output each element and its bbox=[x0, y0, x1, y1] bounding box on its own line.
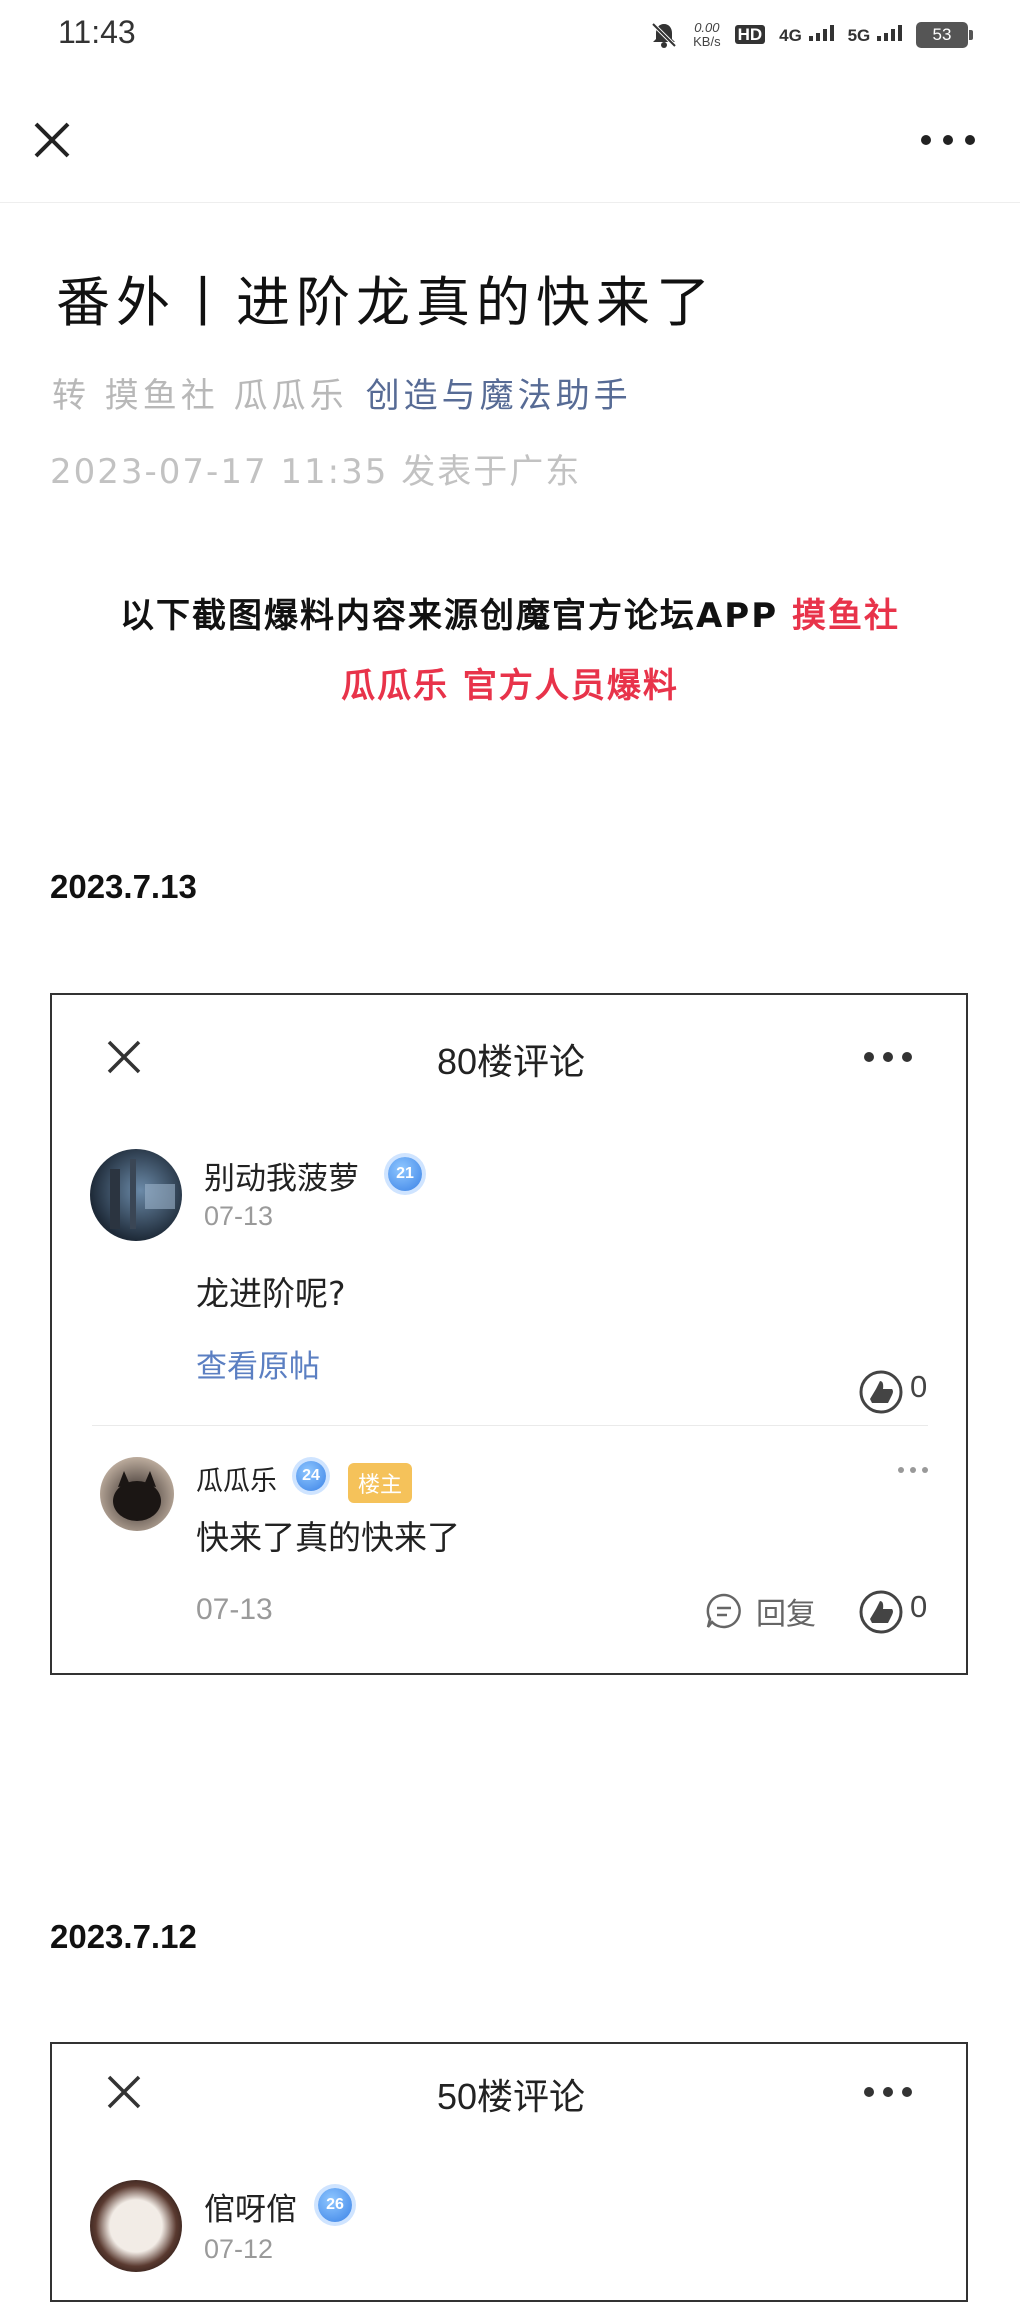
post-username: 别动我菠萝 bbox=[204, 1161, 359, 1197]
avatar-image bbox=[113, 1471, 161, 1521]
level-badge: 24 bbox=[296, 1461, 326, 1491]
net-speed-unit: KB/s bbox=[693, 34, 721, 49]
reply-label: 回复 bbox=[756, 1597, 816, 1632]
byline: 转 摸鱼社 瓜瓜乐 创造与魔法助手 bbox=[52, 368, 632, 417]
hd-label: HD bbox=[734, 25, 766, 44]
reply-date: 07-13 bbox=[196, 1593, 273, 1626]
net-speed-value: 0.00 bbox=[694, 20, 720, 35]
intro-line-1: 以下截图爆料内容来源创魔官方论坛APP 摸鱼社 bbox=[0, 588, 1020, 637]
more-icon[interactable] bbox=[916, 128, 980, 152]
publish-date: 2023-07-17 11:35 发表于广东 bbox=[50, 452, 582, 492]
reply-text: 快来了真的快来了 bbox=[196, 1518, 460, 1557]
more-icon bbox=[864, 1052, 912, 1062]
avatar bbox=[100, 1457, 174, 1531]
article-title: 番外丨进阶龙真的快来了 bbox=[56, 271, 716, 334]
status-icons: 0.00 KB/s HD 4G 5G 53 bbox=[649, 20, 973, 50]
comment-icon bbox=[706, 1593, 741, 1629]
byline-source: 转 摸鱼社 瓜瓜乐 bbox=[52, 376, 348, 416]
avatar bbox=[90, 1149, 182, 1241]
more-icon bbox=[864, 2087, 912, 2097]
signal-5g: 5G bbox=[847, 24, 902, 46]
intro-source-text: 以下截图爆料内容来源创魔官方论坛APP bbox=[120, 596, 779, 636]
post-date: 07-12 bbox=[204, 2234, 274, 2264]
nav-bar bbox=[0, 86, 1020, 203]
signal-4g: 4G bbox=[779, 24, 834, 46]
hd-indicator: HD bbox=[734, 25, 766, 45]
status-time: 11:43 bbox=[58, 14, 136, 50]
signal-bars-icon bbox=[808, 24, 834, 41]
avatar-image bbox=[110, 1159, 175, 1229]
more-icon bbox=[898, 1467, 928, 1473]
card-title: 80楼评论 bbox=[436, 1041, 586, 1082]
post-date: 07-13 bbox=[204, 1201, 274, 1231]
like-icon bbox=[859, 1370, 903, 1414]
section-date: 2023.7.13 bbox=[50, 868, 197, 905]
like-count: 0 bbox=[910, 1369, 928, 1404]
post-text: 龙进阶呢? bbox=[196, 1274, 346, 1313]
bell-muted-icon bbox=[651, 22, 677, 48]
avatar bbox=[90, 2180, 182, 2272]
level-badge: 26 bbox=[318, 2188, 352, 2222]
level-badge: 21 bbox=[388, 1157, 422, 1191]
intro-line-2: 瓜瓜乐 官方人员爆料 bbox=[341, 666, 679, 706]
comment-screenshot-card: 80楼评论 别动我菠萝 21 07-13 龙进阶呢? 查看原帖 0 瓜瓜乐 24… bbox=[50, 993, 968, 1675]
like-count: 0 bbox=[910, 1589, 928, 1624]
comment-screenshot-card: 50楼评论 倌呀倌 26 07-12 bbox=[50, 2042, 968, 2302]
like-icon bbox=[859, 1590, 903, 1634]
account-name-link[interactable]: 创造与魔法助手 bbox=[366, 376, 632, 416]
section-date: 2023.7.12 bbox=[50, 1918, 197, 1955]
reply-username: 瓜瓜乐 bbox=[196, 1466, 277, 1497]
signal-bars-icon bbox=[877, 24, 902, 41]
close-icon[interactable] bbox=[30, 118, 74, 162]
battery-indicator: 53 bbox=[916, 22, 973, 48]
divider bbox=[92, 1425, 928, 1426]
owner-badge: 楼主 bbox=[348, 1463, 413, 1503]
view-original-link: 查看原帖 bbox=[196, 1349, 320, 1385]
intro-source-highlight: 摸鱼社 bbox=[792, 596, 900, 636]
post-username: 倌呀倌 bbox=[204, 2192, 297, 2228]
signal-4g-label: 4G bbox=[779, 25, 802, 45]
card-title: 50楼评论 bbox=[436, 2076, 586, 2117]
signal-5g-label: 5G bbox=[847, 25, 871, 45]
net-speed: 0.00 KB/s bbox=[693, 21, 720, 49]
